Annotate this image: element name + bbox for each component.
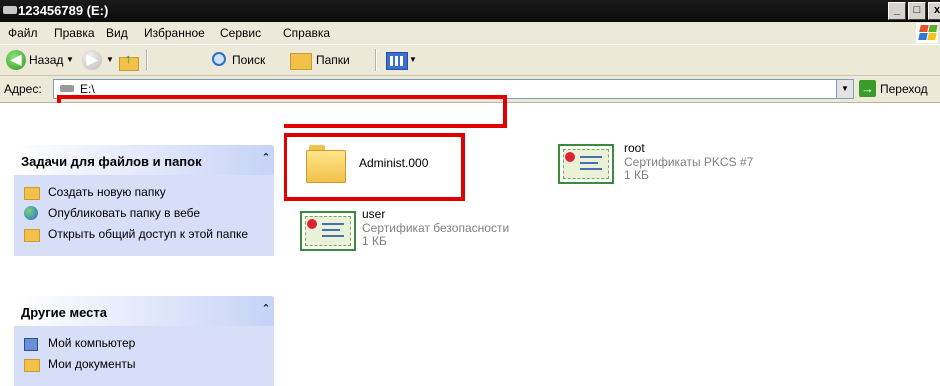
file-name[interactable]: Administ.000 — [359, 156, 428, 170]
search-label[interactable]: Поиск — [232, 53, 265, 67]
menu-edit[interactable]: Правка — [54, 26, 95, 40]
collapse-chevron-icon[interactable]: ˆ — [264, 302, 268, 317]
task-label[interactable]: Открыть общий доступ к этой папке — [48, 227, 248, 241]
file-size: 1 КБ — [624, 168, 649, 182]
search-button-icon[interactable] — [210, 50, 228, 68]
menu-help[interactable]: Справка — [283, 26, 330, 40]
back-dropdown-icon[interactable]: ▼ — [66, 55, 74, 64]
window-title: 123456789 (E:) — [18, 3, 109, 18]
panel-header[interactable]: Задачи для файлов и папок ˆ — [14, 145, 274, 175]
documents-icon — [24, 359, 40, 372]
address-input[interactable]: E:\ — [53, 79, 839, 99]
forward-dropdown-icon[interactable]: ▼ — [106, 55, 114, 64]
file-name[interactable]: user — [362, 207, 385, 221]
folder-icon[interactable] — [306, 145, 346, 183]
computer-icon — [24, 338, 38, 351]
panel-title: Другие места — [21, 305, 108, 320]
file-size: 1 КБ — [362, 234, 387, 248]
panel-title: Задачи для файлов и папок — [21, 154, 202, 169]
place-label[interactable]: Мои документы — [48, 357, 135, 371]
folders-label[interactable]: Папки — [316, 53, 350, 67]
maximize-button[interactable]: □ — [908, 2, 926, 20]
go-arrow-icon[interactable]: → — [859, 80, 876, 97]
forward-button[interactable]: ▶ — [82, 50, 102, 70]
place-label[interactable]: Мой компьютер — [48, 336, 135, 350]
place-my-documents[interactable]: Мои документы — [22, 357, 266, 372]
search-icon — [212, 52, 226, 66]
place-my-computer[interactable]: Мой компьютер — [22, 336, 266, 351]
menu-tools[interactable]: Сервис — [220, 26, 261, 40]
views-dropdown-icon[interactable]: ▼ — [409, 55, 417, 64]
task-share-folder[interactable]: Открыть общий доступ к этой папке — [22, 227, 266, 242]
task-label[interactable]: Опубликовать папку в вебе — [48, 206, 200, 220]
file-tasks-panel: Задачи для файлов и папок ˆ Создать нову… — [14, 145, 274, 256]
menu-bar: Файл Правка Вид Избранное Сервис Справка — [0, 22, 940, 45]
toolbar-separator — [375, 49, 377, 71]
task-new-folder[interactable]: Создать новую папку — [22, 185, 266, 200]
toolbar: ◀ Назад ▼ ▶ ▼ ↑ Поиск Папки ▼ — [0, 45, 940, 76]
forward-arrow-icon: ▶ — [86, 51, 98, 67]
back-button[interactable]: ◀ — [6, 50, 26, 70]
task-pane: Задачи для файлов и папок ˆ Создать нову… — [0, 103, 284, 386]
up-arrow-icon: ↑ — [125, 51, 132, 66]
collapse-chevron-icon[interactable]: ˆ — [264, 151, 268, 166]
minimize-button[interactable]: _ — [888, 2, 906, 20]
menu-view[interactable]: Вид — [106, 26, 128, 40]
address-label: Адрес: — [4, 82, 42, 96]
panel-header[interactable]: Другие места ˆ — [14, 296, 274, 326]
toolbar-separator — [146, 49, 148, 71]
certificate-icon[interactable] — [300, 211, 356, 251]
task-label[interactable]: Создать новую папку — [48, 185, 166, 199]
globe-icon — [24, 206, 38, 220]
drive-icon — [60, 85, 74, 92]
drive-icon — [3, 6, 17, 14]
panel-body: Создать новую папку Опубликовать папку в… — [14, 175, 274, 256]
close-button[interactable]: x — [928, 2, 940, 20]
title-bar: 123456789 (E:) _ □ x — [0, 0, 940, 22]
views-icon[interactable] — [386, 52, 408, 70]
up-folder-button[interactable]: ↑ — [119, 51, 139, 71]
certificate-icon[interactable] — [558, 144, 614, 184]
windows-logo-icon — [916, 23, 938, 43]
new-folder-icon — [24, 187, 40, 200]
other-places-panel: Другие места ˆ Мой компьютер Мои докумен… — [14, 296, 274, 386]
back-label[interactable]: Назад — [29, 53, 63, 67]
menu-favorites[interactable]: Избранное — [144, 26, 205, 40]
menu-file[interactable]: Файл — [8, 26, 38, 40]
share-folder-icon — [24, 229, 40, 242]
panel-body: Мой компьютер Мои документы — [14, 326, 274, 386]
go-label[interactable]: Переход — [880, 82, 928, 96]
window-controls: _ □ x — [888, 2, 940, 20]
address-value[interactable]: E:\ — [80, 82, 95, 96]
file-name[interactable]: root — [624, 141, 645, 155]
task-publish-web[interactable]: Опубликовать папку в вебе — [22, 206, 266, 221]
address-dropdown-button[interactable]: ▼ — [836, 79, 854, 99]
folders-icon[interactable] — [290, 53, 312, 70]
address-bar: Адрес: E:\ ▼ → Переход — [0, 76, 940, 103]
back-arrow-icon: ◀ — [10, 51, 22, 67]
